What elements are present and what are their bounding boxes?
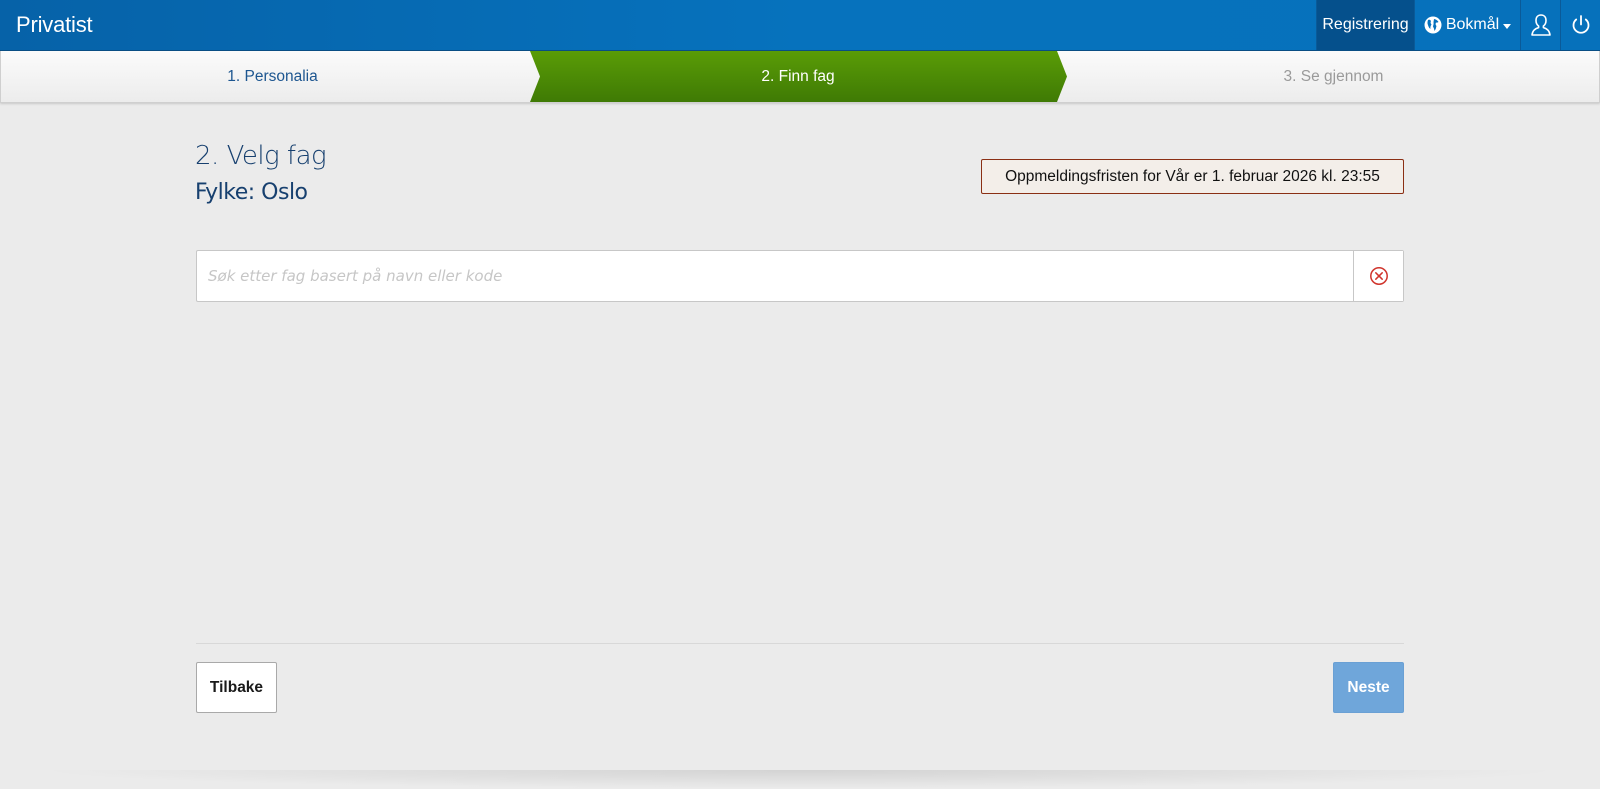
caret-down-icon	[1503, 23, 1512, 29]
step-finn-fag-label: 2. Finn fag	[761, 68, 835, 85]
step-finn-fag[interactable]: 2. Finn fag	[530, 51, 1066, 102]
top-navbar: Privatist Registrering Bokmål	[0, 0, 1600, 51]
county-label: Fylke: Oslo	[195, 180, 308, 205]
step-se-gjennom-label: 3. Se gjennom	[1283, 68, 1384, 85]
deadline-notice: Oppmeldingsfristen for Vår er 1. februar…	[981, 159, 1404, 194]
language-dropdown[interactable]: Bokmål	[1414, 0, 1520, 50]
clear-circle-icon	[1369, 267, 1388, 285]
footer-divider	[196, 643, 1404, 644]
user-icon	[1530, 14, 1551, 36]
power-icon	[1572, 15, 1589, 34]
language-label: Bokmål	[1445, 16, 1500, 33]
step-personalia[interactable]: 1. Personalia	[1, 51, 544, 102]
clear-search-button[interactable]	[1353, 251, 1403, 301]
bottom-shadow	[30, 770, 1570, 789]
wizard-steps: 1. Personalia 2. Finn fag 3. Se gjennom	[0, 51, 1600, 103]
step-se-gjennom[interactable]: 3. Se gjennom	[1066, 51, 1600, 102]
navbar-right: Registrering Bokmål	[1316, 0, 1600, 50]
brand-title[interactable]: Privatist	[16, 0, 93, 50]
user-profile-button[interactable]	[1520, 0, 1560, 50]
step-personalia-label: 1. Personalia	[227, 68, 318, 85]
registration-link[interactable]: Registrering	[1316, 0, 1414, 50]
logout-button[interactable]	[1560, 0, 1600, 50]
subject-search	[196, 250, 1404, 302]
next-button[interactable]: Neste	[1333, 662, 1404, 713]
back-button[interactable]: Tilbake	[196, 662, 277, 713]
subject-search-input[interactable]	[197, 251, 1354, 301]
page-title: 2. Velg fag	[195, 141, 327, 171]
globe-icon	[1424, 16, 1442, 34]
